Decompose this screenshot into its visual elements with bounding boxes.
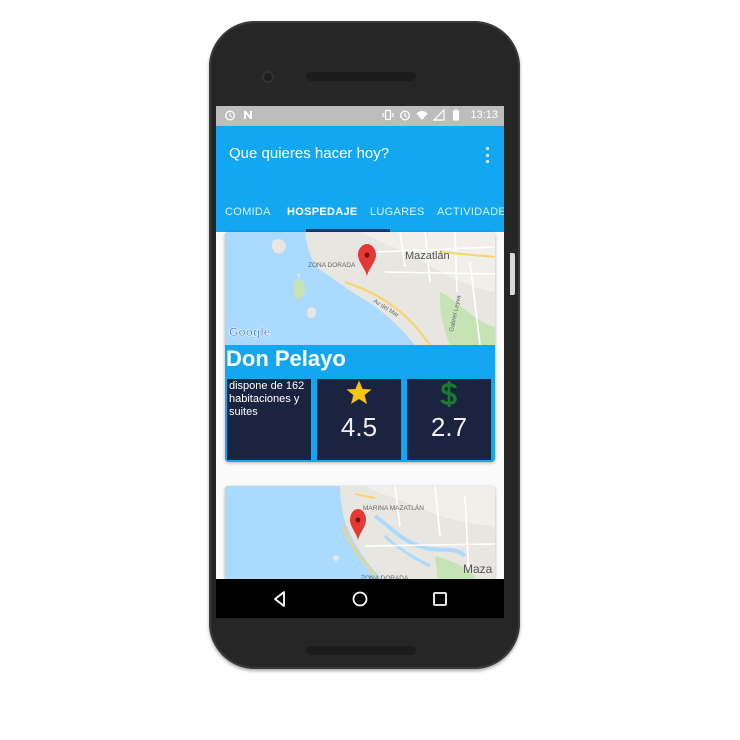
price-value: 2.7 <box>430 412 468 442</box>
alarm-icon <box>225 110 235 121</box>
hotel-map[interactable]: Mazatlán ZONA DORADA Av del Mar Gabriel … <box>225 232 495 345</box>
alarm-icon <box>400 110 411 121</box>
battery-icon <box>453 109 460 121</box>
back-triangle-icon[interactable] <box>271 590 289 608</box>
hotel-description: dispone de 162 habitaciones y suites <box>229 380 305 418</box>
rating-value: 4.5 <box>340 412 378 442</box>
app-title: Que quieres hacer hoy? <box>229 145 390 162</box>
signal-icon <box>433 109 446 121</box>
tab-hospedaje[interactable]: HOSPEDAJE <box>287 206 358 218</box>
star-icon <box>346 380 372 405</box>
map-city-label: Maza <box>463 562 493 576</box>
app-bar: Que quieres hacer hoy? COMIDA HOSPEDAJE … <box>216 126 504 232</box>
tab-actividades[interactable]: ACTIVIDADES <box>437 206 504 218</box>
map-marina-label: MARINA MAZATLÁN <box>363 503 424 512</box>
hotel-card[interactable]: Mazatlán ZONA DORADA Av del Mar Gabriel … <box>225 232 495 462</box>
bottom-speaker <box>306 646 416 655</box>
recents-square-icon[interactable] <box>431 590 449 608</box>
status-bar: 13:13 <box>216 106 504 126</box>
front-camera <box>262 71 274 83</box>
google-logo: Google <box>229 325 271 339</box>
map-zone-label: ZONA DORADA <box>308 262 356 269</box>
hotel-name: Don Pelayo <box>226 346 346 371</box>
phone-screen: 13:13 Que quieres hacer hoy? COMIDA HOSP… <box>216 106 504 618</box>
tab-bar: COMIDA HOSPEDAJE LUGARES ACTIVIDADES <box>216 194 504 232</box>
home-circle-icon[interactable] <box>351 590 369 608</box>
system-nav-bar <box>216 579 504 618</box>
tab-lugares[interactable]: LUGARES <box>370 206 425 218</box>
more-vert-icon[interactable] <box>484 147 490 163</box>
top-speaker <box>306 72 416 81</box>
tab-comida[interactable]: COMIDA <box>225 206 271 218</box>
status-time: 13:13 <box>470 109 498 121</box>
n-logo-icon <box>244 111 252 119</box>
volume-button <box>510 253 515 295</box>
wifi-icon <box>416 111 428 120</box>
map-city-label: Mazatlán <box>405 250 450 262</box>
card-list: Mazatlán ZONA DORADA Av del Mar Gabriel … <box>216 232 504 618</box>
vibrate-icon <box>382 109 395 121</box>
description-panel: dispone de 162 habitaciones y suites <box>227 379 311 460</box>
rating-panel: 4.5 <box>317 379 401 460</box>
dollar-icon <box>440 381 457 407</box>
price-panel: 2.7 <box>407 379 491 460</box>
